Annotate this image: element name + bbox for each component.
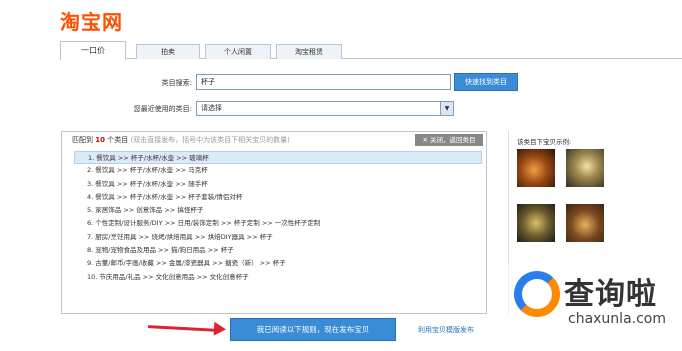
recent-category-label: 您最近使用的类目: <box>133 105 192 113</box>
list-item[interactable]: 5. 家居饰品 >> 创意饰品 >> 搞怪杯子 <box>74 204 482 217</box>
publish-from-template-link[interactable]: 利用宝贝模版发布 <box>418 325 474 335</box>
list-item[interactable]: 2. 餐饮具 >> 杯子/水杯/水壶 >> 马克杯 <box>74 164 482 177</box>
example-item-image[interactable] <box>566 204 604 242</box>
tab-taobao-rental[interactable]: 淘宝租赁 <box>276 44 342 59</box>
taobao-logo: 淘宝网 <box>60 10 123 34</box>
results-summary: 匹配到 10 个类目 (双击直接发布，括号中为该类目下相关宝贝的数量) <box>72 135 290 145</box>
watermark-url: chaxunla.com <box>568 311 666 327</box>
list-item[interactable]: 1. 餐饮具 >> 杯子/水杯/水壶 >> 玻璃杯 <box>74 151 482 165</box>
watermark: 查询啦 chaxunla.com <box>508 263 682 351</box>
results-count: 10 <box>95 136 105 144</box>
results-prefix: 匹配到 <box>72 136 93 144</box>
recent-category-value: 请选择 <box>201 104 222 112</box>
quick-find-category-button[interactable]: 快速找到类目 <box>454 73 518 91</box>
results-hint: (双击直接发布，括号中为该类目下相关宝贝的数量) <box>130 136 290 144</box>
list-item[interactable]: 6. 个性定制/设计服务/DIY >> 日用/装饰定制 >> 杯子定制 >> 一… <box>74 217 482 230</box>
category-search-label: 类目搜索: <box>161 79 192 87</box>
results-header: 匹配到 10 个类目 (双击直接发布，括号中为该类目下相关宝贝的数量) ✕ 关闭… <box>62 132 486 146</box>
list-item[interactable]: 4. 餐饮具 >> 杯子/水杯/水壶 >> 杯子套装/情侣对杯 <box>74 191 482 204</box>
example-items-title: 该类目下宝贝示例: <box>517 138 572 146</box>
close-results-button[interactable]: ✕ 关闭，返回类目 <box>415 134 483 146</box>
category-results-panel: 匹配到 10 个类目 (双击直接发布，括号中为该类目下相关宝贝的数量) ✕ 关闭… <box>61 131 487 314</box>
example-item-image[interactable] <box>517 204 555 242</box>
list-item[interactable]: 8. 宠物/宠物食品及用品 >> 猫/狗日用品 >> 杯子 <box>74 244 482 257</box>
red-arrow-annotation <box>147 325 219 332</box>
close-results-label: 关闭，返回类目 <box>430 136 476 144</box>
example-item-image[interactable] <box>566 149 604 187</box>
close-icon: ✕ <box>422 136 430 144</box>
tab-auction[interactable]: 拍卖 <box>136 44 200 59</box>
category-search-input[interactable]: 杯子 <box>196 74 451 90</box>
results-suffix: 个类目 <box>107 136 129 144</box>
tab-personal-idle[interactable]: 个人闲置 <box>205 44 271 59</box>
watermark-logo-icon <box>514 271 560 317</box>
publish-type-tabs: 一口价 拍卖 个人闲置 淘宝租赁 <box>60 41 682 60</box>
red-arrow-head <box>213 321 227 337</box>
chevron-down-icon[interactable]: ▼ <box>440 102 453 115</box>
tab-fixed-price[interactable]: 一口价 <box>60 41 126 60</box>
category-list: 1. 餐饮具 >> 杯子/水杯/水壶 >> 玻璃杯 2. 餐饮具 >> 杯子/水… <box>74 151 482 284</box>
list-item[interactable]: 3. 餐饮具 >> 杯子/水杯/水壶 >> 随手杯 <box>74 178 482 191</box>
recent-category-select[interactable]: 请选择 ▼ <box>196 101 454 116</box>
list-item[interactable]: 7. 厨房/烹饪用具 >> 烧烤/烘焙用具 >> 烘焙DIY器具 >> 杯子 <box>74 231 482 244</box>
list-item[interactable]: 9. 古董/邮币/字画/收藏 >> 金属/漆瓷器具 >> 搪瓷（新） >> 杯子 <box>74 257 482 270</box>
example-item-image[interactable] <box>517 149 555 187</box>
publish-item-button[interactable]: 我已阅读以下规则，现在发布宝贝 <box>230 318 396 341</box>
list-item[interactable]: 10. 节庆用品/礼品 >> 文化创意用品 >> 文化创意杯子 <box>74 271 482 284</box>
watermark-text: 查询啦 <box>564 277 657 312</box>
